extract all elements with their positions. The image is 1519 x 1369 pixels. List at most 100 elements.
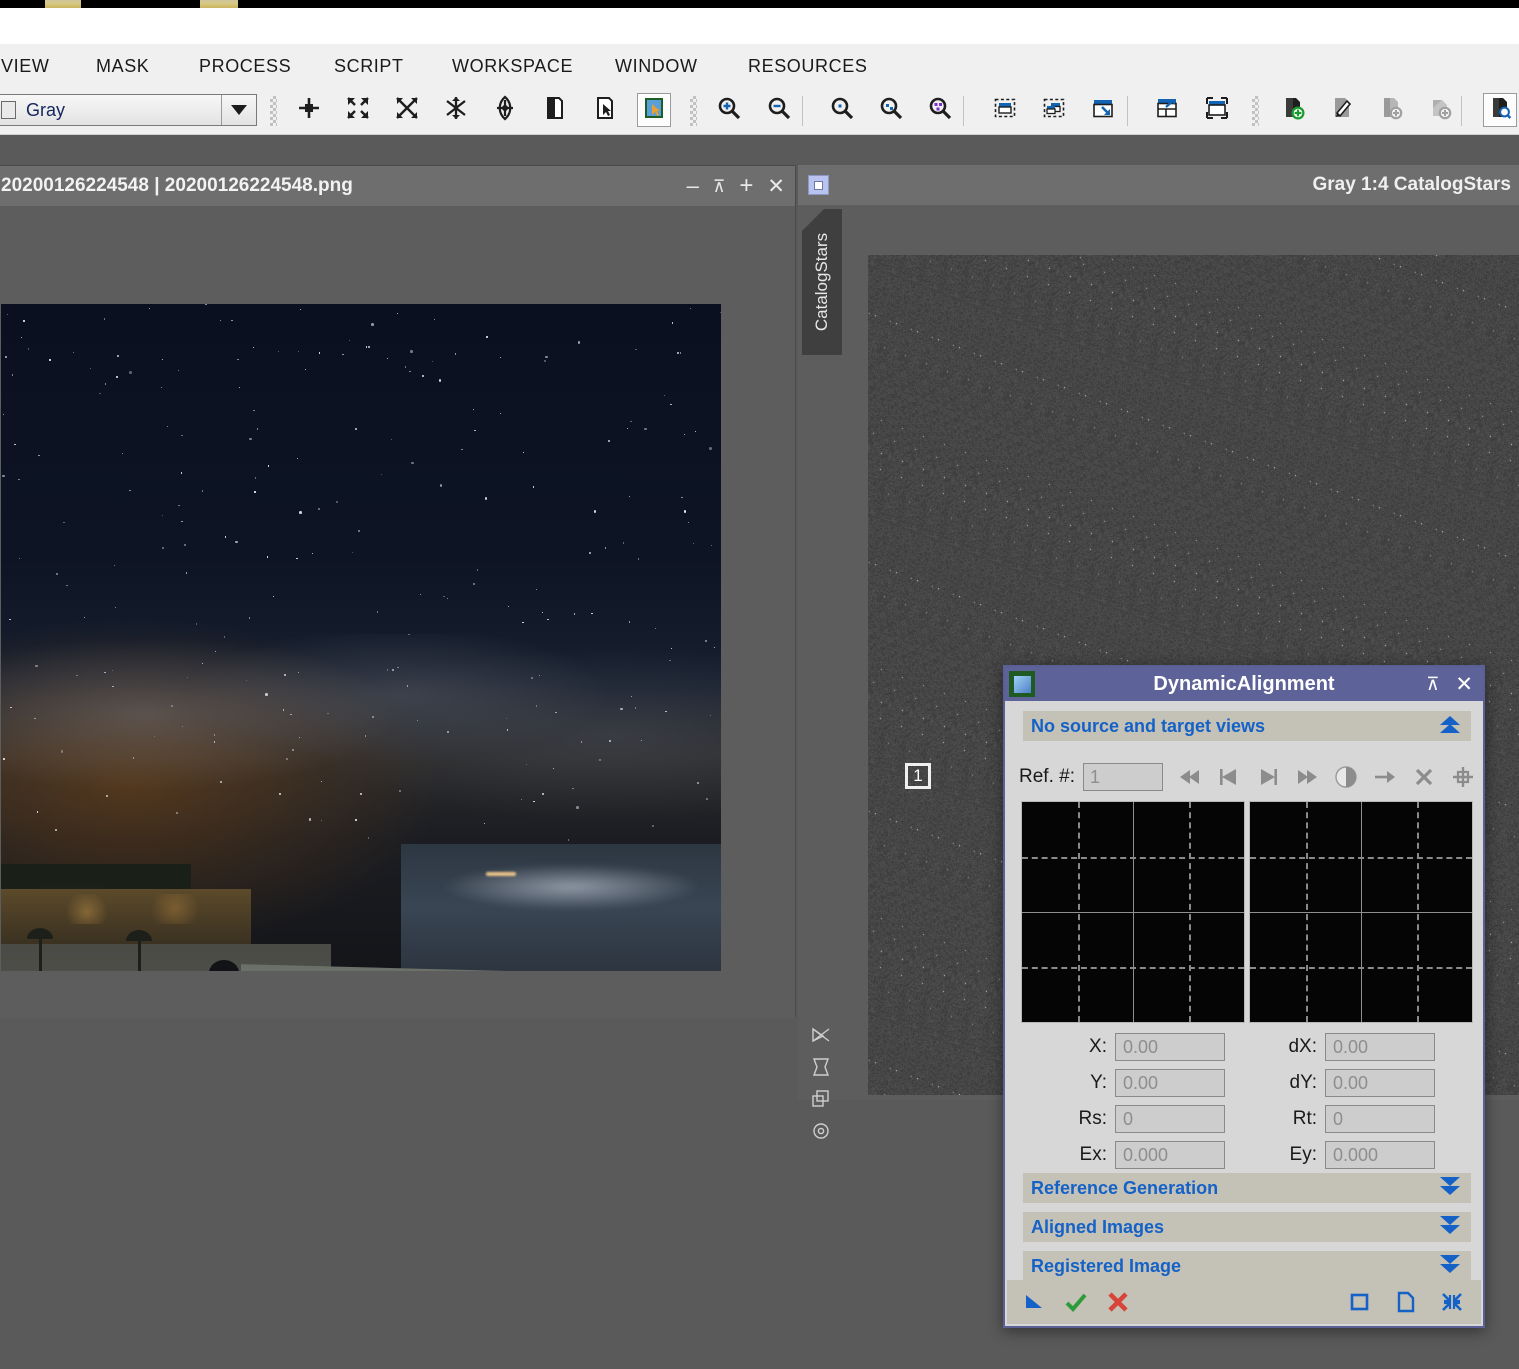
- frame-icon[interactable]: [810, 1057, 832, 1077]
- zoom-fit-button[interactable]: [874, 93, 908, 127]
- menu-item-view[interactable]: VIEW: [0, 44, 55, 88]
- star-point: [3, 413, 5, 416]
- alignment-point-marker[interactable]: 1: [905, 763, 931, 789]
- readout-mode-button[interactable]: [637, 93, 671, 127]
- section-registered-image[interactable]: Registered Image: [1023, 1251, 1471, 1281]
- view-selector-combo[interactable]: Gray: [0, 94, 257, 126]
- image-window-titlebar[interactable]: 20200126224548 | 20200126224548.png – ⊼ …: [0, 166, 795, 206]
- reset-button[interactable]: [1347, 1289, 1373, 1315]
- add-layer-button[interactable]: [1374, 93, 1408, 127]
- dialog-rollup-button[interactable]: ⊼: [1426, 675, 1439, 693]
- toolbar-grip[interactable]: [690, 96, 697, 126]
- fit-view-button[interactable]: [341, 93, 375, 127]
- x-field[interactable]: 0.00: [1115, 1033, 1225, 1061]
- new-instance-button[interactable]: [1393, 1289, 1419, 1315]
- section-aligned-images[interactable]: Aligned Images: [1023, 1212, 1471, 1242]
- thumbnail-fragment[interactable]: [200, 0, 238, 8]
- double-chevron-down-icon[interactable]: [1437, 1254, 1463, 1279]
- previous-point-button[interactable]: [1216, 764, 1242, 790]
- execute-button[interactable]: [1063, 1289, 1089, 1315]
- edit-document-button[interactable]: [1325, 93, 1359, 127]
- target-circle-icon[interactable]: [810, 1121, 832, 1141]
- toolbar-separator: [963, 96, 964, 126]
- new-document-button[interactable]: [1276, 93, 1310, 127]
- apply-button[interactable]: [1021, 1289, 1047, 1315]
- mask-visible-button[interactable]: [538, 93, 572, 127]
- minimize-button[interactable]: –: [687, 175, 699, 197]
- alignment-point-label: 1: [913, 766, 923, 785]
- dx-field[interactable]: 0.00: [1325, 1033, 1435, 1061]
- center-view-button[interactable]: [488, 93, 522, 127]
- half-page-icon: [542, 95, 568, 126]
- inspect-document-button[interactable]: [1483, 93, 1517, 127]
- menu-item-script[interactable]: SCRIPT: [328, 44, 410, 88]
- toolbar-grip[interactable]: [1252, 96, 1259, 126]
- wedge-icon[interactable]: [810, 1025, 832, 1045]
- page-add-gray-icon: [1378, 95, 1404, 126]
- expand-window-button[interactable]: [1150, 93, 1184, 127]
- collapse-dialog-button[interactable]: [1439, 1289, 1465, 1315]
- ref-input[interactable]: 1: [1082, 763, 1163, 791]
- rs-field[interactable]: 0: [1115, 1105, 1225, 1133]
- add-mask-button[interactable]: [1423, 93, 1457, 127]
- sidebar-item-catalogstars[interactable]: CatalogStars: [802, 209, 842, 355]
- pan-mode-button[interactable]: [292, 93, 326, 127]
- image-window[interactable]: 20200126224548 | 20200126224548.png – ⊼ …: [0, 165, 796, 1018]
- ey-field[interactable]: 0.000: [1325, 1141, 1435, 1169]
- rollup-button[interactable]: ⊼: [713, 178, 725, 195]
- last-point-button[interactable]: [1294, 764, 1320, 790]
- next-point-button[interactable]: [1255, 764, 1281, 790]
- toolbar-grip[interactable]: [270, 96, 277, 126]
- rt-field[interactable]: 0: [1325, 1105, 1435, 1133]
- cancel-button[interactable]: [1105, 1289, 1131, 1315]
- star-point: [630, 421, 632, 423]
- toggle-contrast-button[interactable]: [1333, 764, 1359, 790]
- double-chevron-down-icon[interactable]: [1437, 1176, 1463, 1201]
- duplicate-preview-button[interactable]: [1037, 93, 1071, 127]
- mask-select-button[interactable]: [588, 93, 622, 127]
- zoom-in-button[interactable]: [712, 93, 746, 127]
- y-field[interactable]: 0.00: [1115, 1069, 1225, 1097]
- ex-field[interactable]: 0.000: [1115, 1141, 1225, 1169]
- delete-point-button[interactable]: [1411, 764, 1437, 790]
- close-button[interactable]: ✕: [767, 176, 785, 197]
- preview-undo-button[interactable]: [1086, 93, 1120, 127]
- zoom-custom-button[interactable]: [923, 93, 957, 127]
- zoom-1-1-button[interactable]: [825, 93, 859, 127]
- center-point-button[interactable]: [1450, 764, 1476, 790]
- apply-to-target-button[interactable]: [1372, 764, 1398, 790]
- star-point: [461, 448, 463, 451]
- page-magnifier-icon: [1487, 95, 1513, 126]
- maximize-button[interactable]: +: [739, 174, 753, 198]
- double-chevron-down-icon[interactable]: [1437, 1215, 1463, 1240]
- dialog-titlebar[interactable]: DynamicAlignment ⊼ ✕: [1005, 667, 1483, 701]
- window-arrow-down-icon: [1090, 95, 1116, 126]
- sidebar-item-label: CatalogStars: [812, 232, 831, 332]
- section-reference-generation[interactable]: Reference Generation: [1023, 1173, 1471, 1203]
- menu-item-workspace[interactable]: WORKSPACE: [446, 44, 579, 88]
- status-section-bar[interactable]: No source and target views: [1023, 711, 1471, 741]
- dialog-close-button[interactable]: ✕: [1455, 674, 1473, 695]
- star-point: [681, 496, 683, 498]
- catalog-window-titlebar[interactable]: Gray 1:4 CatalogStars: [798, 165, 1519, 205]
- image-window-canvas[interactable]: [0, 206, 795, 1018]
- thumbnail-fragment[interactable]: [45, 0, 81, 8]
- menu-item-mask[interactable]: MASK: [90, 44, 155, 88]
- collapse-view-button[interactable]: [439, 93, 473, 127]
- select-window-button[interactable]: [1200, 93, 1234, 127]
- overlap-squares-icon[interactable]: [810, 1089, 832, 1109]
- new-preview-button[interactable]: [988, 93, 1022, 127]
- dynamic-alignment-dialog[interactable]: DynamicAlignment ⊼ ✕ No source and targe…: [1003, 665, 1485, 1328]
- zoom-out-button[interactable]: [762, 93, 796, 127]
- source-preview[interactable]: [1021, 801, 1245, 1023]
- menu-item-process[interactable]: PROCESS: [193, 44, 297, 88]
- menu-item-resources[interactable]: RESOURCES: [742, 44, 873, 88]
- dy-field[interactable]: 0.00: [1325, 1069, 1435, 1097]
- chevron-down-icon[interactable]: [221, 95, 256, 125]
- double-chevron-up-icon[interactable]: [1437, 714, 1463, 739]
- photo-image[interactable]: [1, 304, 721, 971]
- menu-item-window[interactable]: WINDOW: [609, 44, 704, 88]
- target-preview[interactable]: [1249, 801, 1473, 1023]
- contract-view-button[interactable]: [390, 93, 424, 127]
- first-point-button[interactable]: [1177, 764, 1203, 790]
